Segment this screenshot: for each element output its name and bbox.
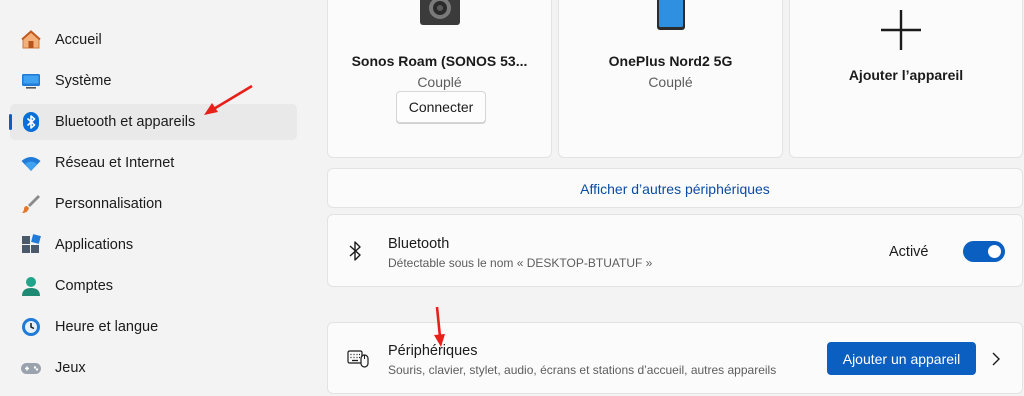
home-icon — [20, 29, 42, 51]
clock-globe-icon — [20, 316, 42, 338]
person-icon — [20, 275, 42, 297]
sidebar-item-comptes[interactable]: Comptes — [10, 268, 297, 304]
plus-icon — [881, 10, 921, 55]
toggle-knob — [988, 245, 1001, 258]
device-name: OnePlus Nord2 5G — [608, 53, 733, 69]
sidebar-nav: Accueil Système Bluetooth et appareils R… — [0, 0, 305, 396]
more-devices-link[interactable]: Afficher d’autres périphériques — [328, 181, 1022, 197]
sidebar-item-label: Réseau et Internet — [55, 155, 175, 171]
sidebar-item-applications[interactable]: Applications — [10, 227, 297, 263]
monitor-icon — [20, 70, 42, 92]
sidebar-item-accueil[interactable]: Accueil — [10, 22, 297, 58]
peripherals-row[interactable]: Périphériques Souris, clavier, stylet, a… — [327, 322, 1023, 394]
sidebar-item-label: Personnalisation — [55, 196, 163, 212]
brush-icon — [20, 193, 42, 215]
keyboard-icon — [347, 350, 369, 373]
connect-button[interactable]: Connecter — [396, 91, 486, 123]
sidebar-item-heure-langue[interactable]: Heure et langue — [10, 309, 297, 345]
apps-icon — [20, 234, 42, 256]
phone-icon — [656, 0, 686, 36]
add-device-card[interactable]: Ajouter l’appareil — [789, 0, 1023, 158]
bluetooth-state-label: Activé — [889, 244, 929, 260]
peripherals-title: Périphériques — [388, 343, 478, 359]
gamepad-icon — [20, 357, 42, 379]
sidebar-item-label: Jeux — [55, 360, 86, 376]
device-status: Couplé — [417, 74, 462, 90]
sidebar-item-reseau[interactable]: Réseau et Internet — [10, 145, 297, 181]
bluetooth-subtitle: Détectable sous le nom « DESKTOP-BTUATUF… — [388, 256, 653, 270]
sidebar-item-jeux[interactable]: Jeux — [10, 350, 297, 386]
more-devices-row[interactable]: Afficher d’autres périphériques — [327, 168, 1023, 208]
sidebar-item-label: Comptes — [55, 278, 114, 294]
sidebar-item-label: Applications — [55, 237, 134, 253]
selection-indicator — [9, 114, 12, 130]
device-card-oneplus[interactable]: OnePlus Nord2 5G Couplé — [558, 0, 783, 158]
wifi-icon — [20, 152, 42, 174]
peripherals-subtitle: Souris, clavier, stylet, audio, écrans e… — [388, 363, 777, 377]
sidebar-item-bluetooth[interactable]: Bluetooth et appareils — [9, 104, 297, 140]
speaker-icon — [419, 0, 461, 32]
bluetooth-row: Bluetooth Détectable sous le nom « DESKT… — [327, 214, 1023, 287]
bluetooth-icon — [348, 240, 362, 267]
sidebar-item-label: Accueil — [55, 32, 102, 48]
bluetooth-toggle[interactable] — [963, 241, 1005, 262]
bluetooth-icon — [20, 111, 42, 133]
sidebar-item-label: Système — [55, 73, 112, 89]
sidebar-item-systeme[interactable]: Système — [10, 63, 297, 99]
chevron-right-icon[interactable] — [991, 352, 1001, 371]
add-device-label: Ajouter l’appareil — [848, 67, 964, 83]
bluetooth-title: Bluetooth — [388, 236, 450, 252]
device-card-sonos[interactable]: Sonos Roam (SONOS 53... Couplé Connecter — [327, 0, 552, 158]
device-status: Couplé — [648, 74, 693, 90]
add-device-button[interactable]: Ajouter un appareil — [827, 342, 976, 375]
sidebar-item-personnalisation[interactable]: Personnalisation — [10, 186, 297, 222]
sidebar-item-label: Bluetooth et appareils — [55, 114, 196, 130]
device-name: Sonos Roam (SONOS 53... — [351, 53, 528, 69]
sidebar-item-label: Heure et langue — [55, 319, 159, 335]
